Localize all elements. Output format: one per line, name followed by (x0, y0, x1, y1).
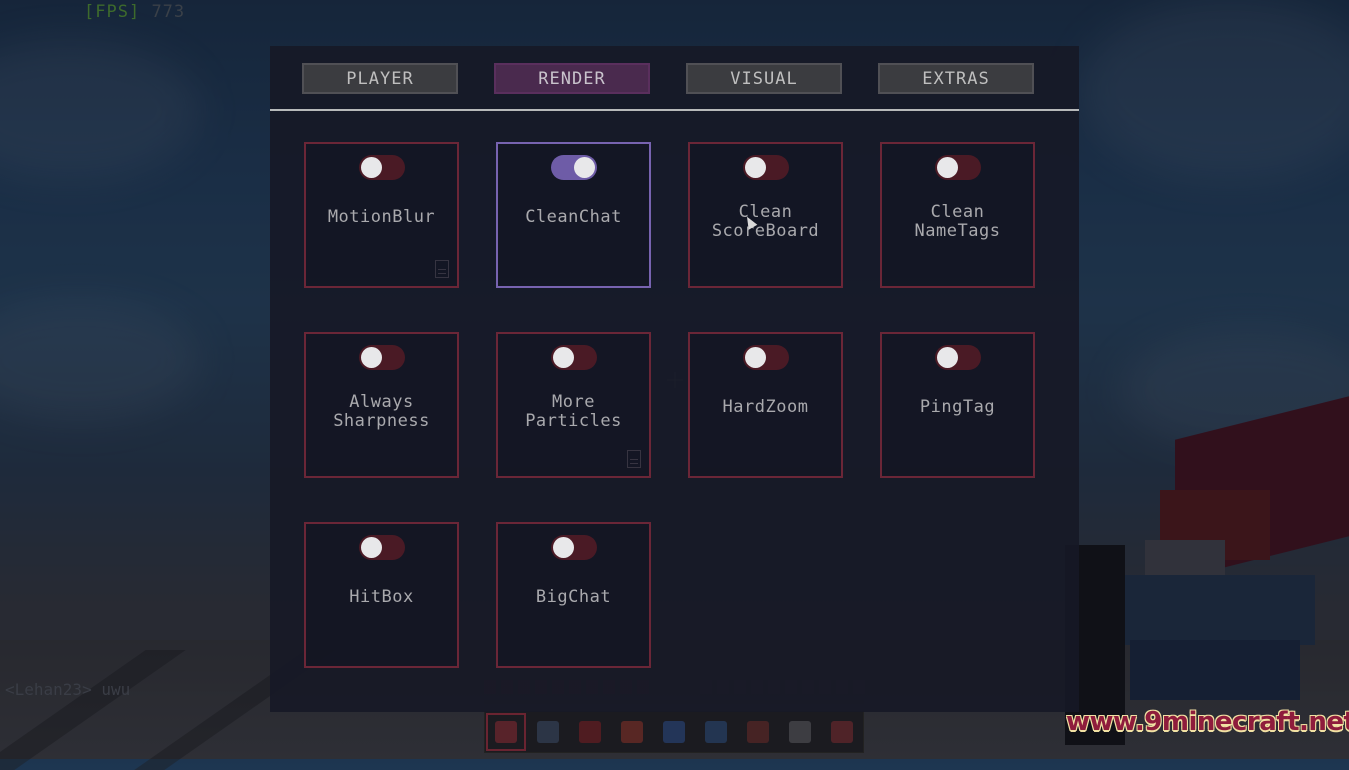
toggle-switch[interactable] (359, 155, 405, 180)
toggle-switch[interactable] (935, 155, 981, 180)
hotbar-slot-1[interactable] (485, 712, 527, 752)
module-label: HardZoom (722, 397, 809, 417)
module-card-clean-scoreboard[interactable]: Clean ScoreBoard (688, 142, 843, 288)
module-label: HitBox (349, 587, 414, 607)
tab-render[interactable]: RENDER (494, 63, 650, 94)
hotbar-item-icon (579, 721, 601, 743)
toggle-switch[interactable] (551, 155, 597, 180)
module-card-cleanchat[interactable]: CleanChat (496, 142, 651, 288)
category-tabs: PLAYER RENDER VISUAL EXTRAS (270, 46, 1079, 110)
hotbar-item-icon (789, 721, 811, 743)
toggle-knob (361, 537, 382, 558)
fps-value: 773 (151, 2, 186, 22)
toggle-switch[interactable] (359, 535, 405, 560)
toggle-knob (937, 347, 958, 368)
module-card-always-sharpness[interactable]: Always Sharpness (304, 332, 459, 478)
chat-message: <Lehan23> uwu (5, 680, 131, 699)
module-label: PingTag (919, 397, 996, 417)
tab-label: EXTRAS (922, 68, 990, 89)
hotbar-slot-4[interactable] (611, 712, 653, 752)
hotbar (484, 711, 864, 753)
hotbar-slot-5[interactable] (653, 712, 695, 752)
hotbar-slot-3[interactable] (569, 712, 611, 752)
toggle-knob (574, 157, 595, 178)
module-card-more-particles[interactable]: More Particles (496, 332, 651, 478)
hotbar-item-icon (831, 721, 853, 743)
toggle-knob (937, 157, 958, 178)
module-label: More Particles (525, 392, 622, 431)
tab-visual[interactable]: VISUAL (686, 63, 842, 94)
hotbar-item-icon (621, 721, 643, 743)
module-card-bigchat[interactable]: BigChat (496, 522, 651, 668)
tab-label: PLAYER (346, 68, 414, 89)
toggle-switch[interactable] (551, 535, 597, 560)
hotbar-slot-2[interactable] (527, 712, 569, 752)
settings-document-icon[interactable] (435, 260, 449, 278)
tab-label: RENDER (538, 68, 606, 89)
toggle-switch[interactable] (935, 345, 981, 370)
watermark: www.9minecraft.net (1066, 707, 1349, 737)
mod-menu-panel: PLAYER RENDER VISUAL EXTRAS MotionBlur Cl… (270, 46, 1079, 712)
module-label: BigChat (535, 587, 612, 607)
toggle-knob (745, 347, 766, 368)
module-card-hitbox[interactable]: HitBox (304, 522, 459, 668)
hotbar-slot-7[interactable] (737, 712, 779, 752)
module-label: Clean ScoreBoard (711, 202, 820, 241)
settings-document-icon[interactable] (627, 450, 641, 468)
toggle-knob (361, 157, 382, 178)
module-label: MotionBlur (327, 207, 436, 227)
toggle-knob (745, 157, 766, 178)
tab-extras[interactable]: EXTRAS (878, 63, 1034, 94)
module-label: Clean NameTags (914, 202, 1001, 241)
tab-player[interactable]: PLAYER (302, 63, 458, 94)
toggle-knob (553, 537, 574, 558)
tab-divider (270, 109, 1079, 111)
fps-label: [FPS] (84, 2, 141, 22)
module-label: Always Sharpness (333, 392, 430, 431)
hotbar-item-icon (705, 721, 727, 743)
fps-counter: [FPS] 773 (84, 2, 185, 22)
hotbar-slot-9[interactable] (821, 712, 863, 752)
tab-label: VISUAL (730, 68, 798, 89)
toggle-knob (553, 347, 574, 368)
toggle-switch[interactable] (743, 155, 789, 180)
module-card-motionblur[interactable]: MotionBlur (304, 142, 459, 288)
hotbar-item-icon (663, 721, 685, 743)
toggle-switch[interactable] (359, 345, 405, 370)
module-card-pingtag[interactable]: PingTag (880, 332, 1035, 478)
hotbar-slot-8[interactable] (779, 712, 821, 752)
hotbar-item-icon (537, 721, 559, 743)
module-label: CleanChat (525, 207, 622, 227)
hotbar-slot-6[interactable] (695, 712, 737, 752)
hotbar-item-icon (495, 721, 517, 743)
toggle-knob (361, 347, 382, 368)
toggle-switch[interactable] (743, 345, 789, 370)
module-card-clean-nametags[interactable]: Clean NameTags (880, 142, 1035, 288)
toggle-switch[interactable] (551, 345, 597, 370)
module-card-hardzoom[interactable]: HardZoom (688, 332, 843, 478)
hotbar-item-icon (747, 721, 769, 743)
